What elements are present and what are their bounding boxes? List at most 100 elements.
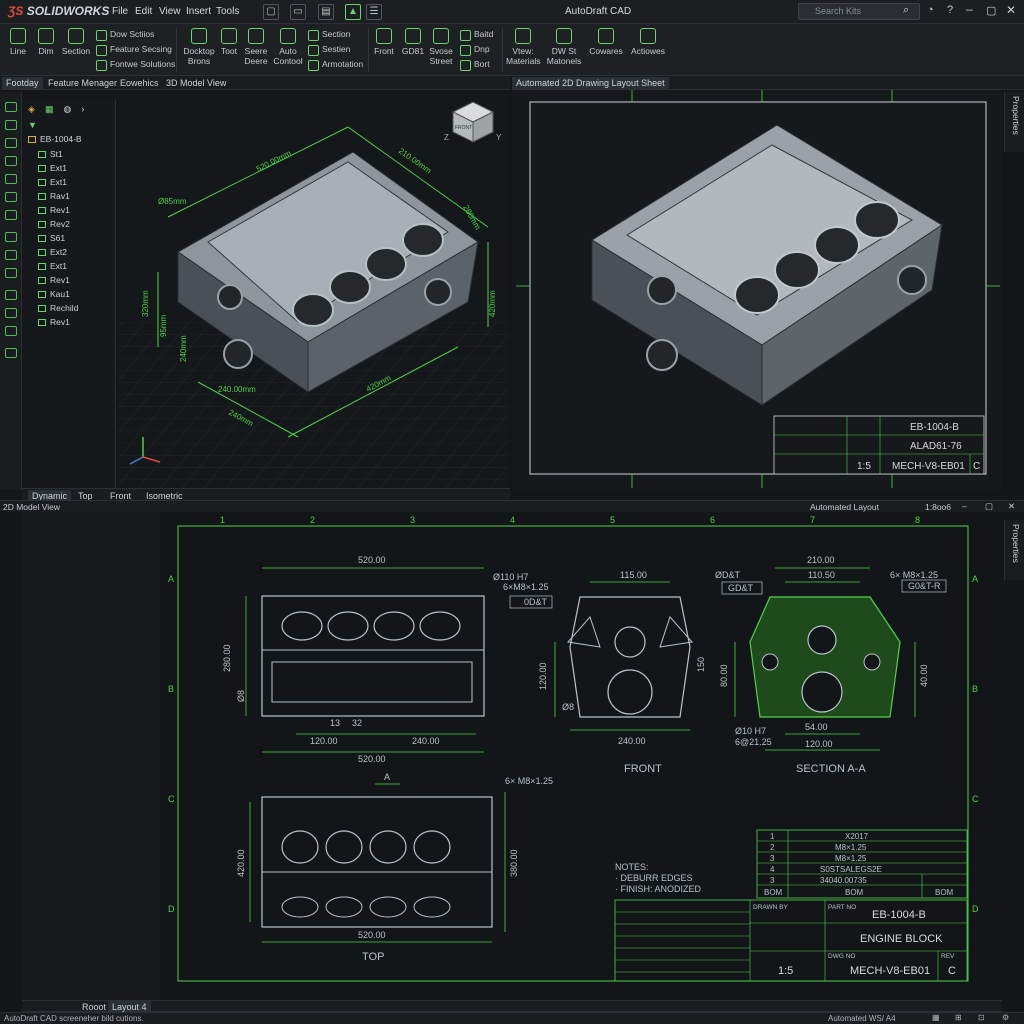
tree-item[interactable]: St1 bbox=[38, 149, 63, 159]
tree-item[interactable]: Rev1 bbox=[38, 275, 70, 285]
feature-sensing-button[interactable]: Feature Secsing bbox=[96, 44, 172, 56]
config-icon[interactable]: ◍ bbox=[63, 104, 71, 114]
maximize-icon[interactable]: ▢ bbox=[985, 501, 993, 512]
mate-icon[interactable] bbox=[5, 232, 17, 242]
minimize-icon[interactable]: – bbox=[966, 2, 973, 16]
layout-sheet-pane[interactable]: EB-1004-B ALAD61-76 1:5 MECH-V8-EB01 C bbox=[512, 90, 1002, 490]
options-icon[interactable]: ☰ bbox=[366, 4, 382, 20]
gdt-button[interactable]: GD81 bbox=[400, 26, 426, 74]
dnp-button[interactable]: Dnp bbox=[460, 44, 490, 56]
extrude-icon[interactable] bbox=[5, 138, 17, 148]
tree-item[interactable]: Rev1 bbox=[38, 317, 70, 327]
bom-table[interactable]: 1 X2017 2 M8×1.25 3 M8×1.25 4 S0STSALEGS… bbox=[756, 829, 968, 899]
line-button[interactable]: Line bbox=[6, 26, 30, 74]
tab-layout-sheet[interactable]: Automated 2D Drawing Layout Sheet bbox=[512, 77, 669, 89]
print-icon[interactable]: ▤ bbox=[318, 4, 334, 20]
tree-item[interactable]: Ext2 bbox=[38, 247, 67, 257]
part-icon[interactable]: ◈ bbox=[28, 104, 35, 114]
tab-eowehics[interactable]: Eowehics bbox=[116, 77, 163, 89]
render-icon[interactable] bbox=[5, 348, 17, 358]
sheet-engine-render[interactable] bbox=[591, 124, 943, 406]
minimize-icon[interactable]: – bbox=[962, 501, 967, 511]
chevron-right-icon[interactable]: › bbox=[81, 104, 84, 114]
layers-icon[interactable] bbox=[5, 308, 17, 318]
dw-materials-button[interactable]: DW St Matonels bbox=[546, 26, 582, 74]
tree-item[interactable]: Rechild bbox=[38, 303, 78, 313]
dim-button[interactable]: Dim bbox=[34, 26, 58, 74]
select-icon[interactable] bbox=[5, 102, 17, 112]
drawing-properties-tab[interactable]: Properties bbox=[1004, 520, 1024, 580]
bell-icon[interactable]: ◔ bbox=[927, 4, 934, 16]
auto-control-button[interactable]: Auto Contool bbox=[272, 26, 304, 74]
mirror-icon[interactable] bbox=[5, 268, 17, 278]
tree-item[interactable]: Rev2 bbox=[38, 219, 70, 229]
pattern-icon[interactable] bbox=[5, 250, 17, 260]
close-icon[interactable]: ✕ bbox=[1008, 501, 1015, 512]
3d-viewport[interactable]: 520.00mm Ø85mm 210.00mm 280mm 320mm 95mm… bbox=[118, 92, 508, 488]
tree-root[interactable]: EB-1004-B bbox=[28, 134, 82, 144]
search-input[interactable]: Search Kits bbox=[798, 3, 920, 20]
fontwe-solutions-button[interactable]: Fontwe Solutions bbox=[96, 59, 175, 71]
view-materials-button[interactable]: Vtew: Materials bbox=[506, 26, 540, 74]
menu-tools[interactable]: Tools bbox=[216, 6, 239, 17]
menu-file[interactable]: File bbox=[112, 6, 128, 17]
revolve-icon[interactable] bbox=[5, 156, 17, 166]
tree-item[interactable]: Rev1 bbox=[38, 205, 70, 215]
rebuild-icon[interactable]: ▲ bbox=[345, 4, 361, 20]
measure-icon[interactable] bbox=[5, 290, 17, 300]
chamfer-icon[interactable] bbox=[5, 192, 17, 202]
maximize-icon[interactable]: ▢ bbox=[986, 4, 996, 17]
grid-icon[interactable]: ▦ bbox=[932, 1013, 940, 1022]
toot-button[interactable]: Toot bbox=[218, 26, 240, 74]
tree-item[interactable]: Kau1 bbox=[38, 289, 70, 299]
baitd-button[interactable]: Baitd bbox=[460, 29, 493, 41]
snap-icon[interactable]: ⊞ bbox=[955, 1013, 962, 1022]
help-icon[interactable]: ? bbox=[947, 4, 953, 16]
actions-button[interactable]: Actiowes bbox=[628, 26, 668, 74]
tab-3d-model-view[interactable]: 3D Model View bbox=[162, 77, 230, 89]
tree-item[interactable]: Ext1 bbox=[38, 177, 67, 187]
section-view[interactable] bbox=[749, 596, 901, 718]
svose-street-button[interactable]: Svose Street bbox=[428, 26, 454, 74]
dow-sections-button[interactable]: Dow Sctiios bbox=[96, 29, 154, 41]
open-folder-icon[interactable]: ▭ bbox=[290, 4, 306, 20]
menu-insert[interactable]: Insert bbox=[186, 6, 211, 17]
ortho-icon[interactable]: ⊡ bbox=[978, 1013, 985, 1022]
front-view-button[interactable]: Front bbox=[372, 26, 396, 74]
title-block[interactable]: DRAWN BY PART NO EB-1004-B ENGINE BLOCK … bbox=[614, 899, 968, 982]
tree-item[interactable]: Ext1 bbox=[38, 261, 67, 271]
sestien-button[interactable]: Sestien bbox=[308, 44, 350, 56]
tree-item[interactable]: S61 bbox=[38, 233, 65, 243]
docktop-button[interactable]: Docktop Brons bbox=[180, 26, 218, 74]
tree-item[interactable]: Rav1 bbox=[38, 191, 70, 201]
menu-edit[interactable]: Edit bbox=[135, 6, 152, 17]
menu-view[interactable]: View bbox=[159, 6, 181, 17]
filter-icon[interactable]: ▼ bbox=[28, 120, 37, 130]
armotation-button[interactable]: Armotation bbox=[308, 59, 363, 71]
new-file-icon[interactable]: ▢ bbox=[263, 4, 279, 20]
app-logo[interactable]: ƷS SOLIDWORKS bbox=[8, 4, 109, 18]
bort-button[interactable]: Bort bbox=[460, 59, 490, 71]
section-small-button[interactable]: Section bbox=[308, 29, 350, 41]
fillet-icon[interactable] bbox=[5, 174, 17, 184]
cube-face-label: FRONT bbox=[455, 125, 472, 131]
section-button[interactable]: Section bbox=[60, 26, 92, 74]
settings-icon[interactable]: ⚙ bbox=[1002, 1013, 1009, 1022]
tab-footday[interactable]: Footday bbox=[2, 77, 43, 89]
seere-button[interactable]: Seere Deere bbox=[242, 26, 270, 74]
hole-icon[interactable] bbox=[5, 210, 17, 220]
properties-tab[interactable]: Properties bbox=[1004, 92, 1024, 152]
search-icon[interactable]: ⌕ bbox=[903, 4, 909, 17]
top-view[interactable] bbox=[261, 796, 493, 928]
view-cube[interactable]: FRONT Z Y bbox=[444, 101, 502, 143]
display-icon[interactable] bbox=[5, 326, 17, 336]
close-icon[interactable]: ✕ bbox=[1006, 3, 1016, 17]
side-view[interactable] bbox=[261, 595, 485, 717]
drawing-sheet[interactable]: 1 2 3 4 5 6 7 8 A B C D A B C D 520.00 Ø… bbox=[160, 512, 992, 1002]
sketch-icon[interactable] bbox=[5, 120, 17, 130]
front-view[interactable] bbox=[567, 596, 693, 718]
tab-feature-manager[interactable]: Feature Menager bbox=[44, 77, 121, 89]
tree-item[interactable]: Ext1 bbox=[38, 163, 67, 173]
property-icon[interactable]: ▦ bbox=[45, 104, 54, 114]
cowares-button[interactable]: Cowares bbox=[588, 26, 624, 74]
